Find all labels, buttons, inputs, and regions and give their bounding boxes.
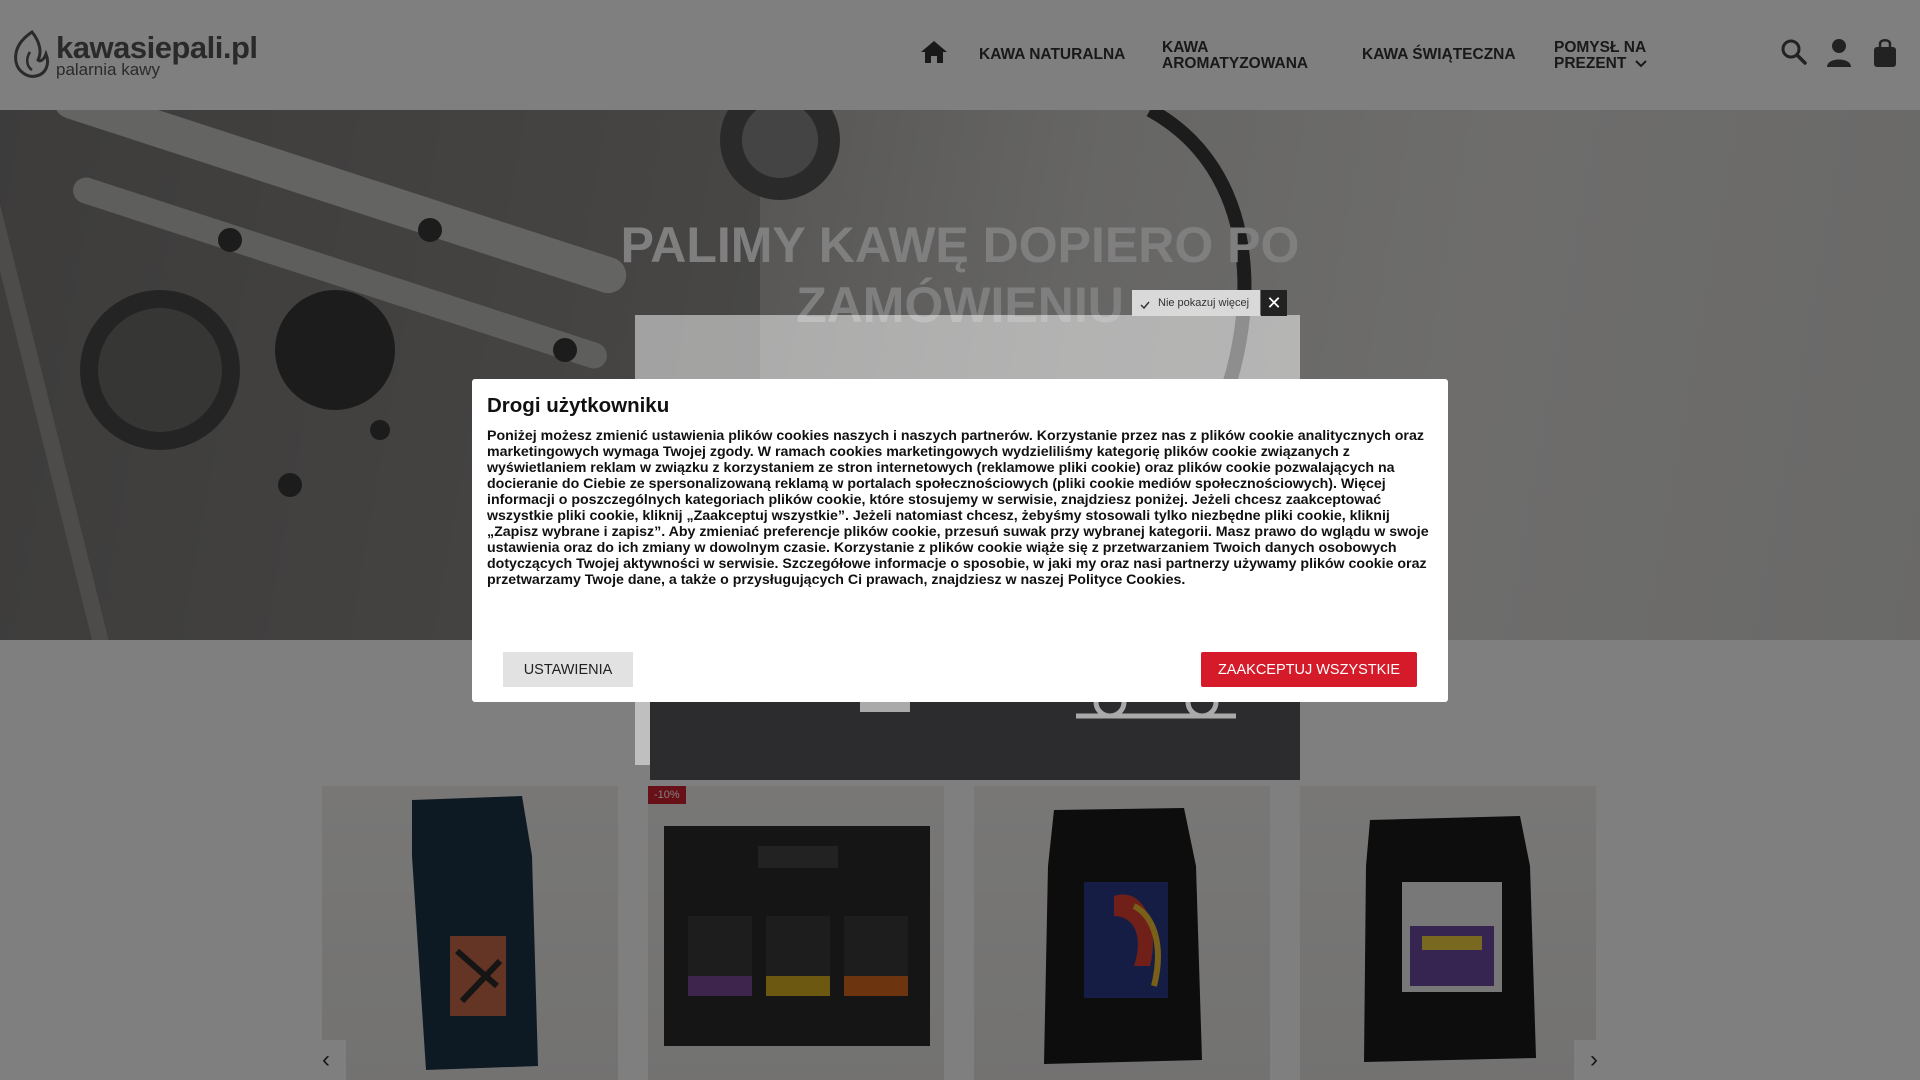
cookie-settings-button[interactable]: USTAWIENIA <box>503 652 633 687</box>
dont-show-again-label: Nie pokazuj więcej <box>1158 297 1250 309</box>
accept-all-cookies-button[interactable]: ZAAKCEPTUJ WSZYSTKIE <box>1201 652 1417 687</box>
cookie-dialog-title: Drogi użytkowniku <box>487 394 670 417</box>
cookie-dialog-body: Poniżej możesz zmienić ustawienia plików… <box>487 428 1429 588</box>
checkmark-icon <box>1140 301 1150 310</box>
dont-show-again-checkbox[interactable]: Nie pokazuj więcej <box>1132 290 1260 316</box>
popup-close-button[interactable]: ✕ <box>1261 290 1287 316</box>
cookie-consent-dialog: Drogi użytkowniku Poniżej możesz zmienić… <box>472 379 1448 702</box>
